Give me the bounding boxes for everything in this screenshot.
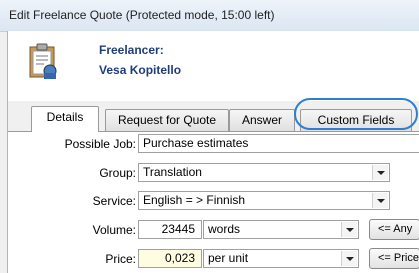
clipboard-icon (29, 43, 57, 79)
chevron-down-icon[interactable] (341, 251, 357, 266)
title-bar: Edit Freelance Quote (Protected mode, 15… (0, 0, 419, 32)
price-unit-value: per unit (208, 251, 249, 265)
window-title: Edit Freelance Quote (Protected mode, 15… (9, 8, 275, 22)
chevron-down-icon[interactable] (372, 165, 388, 180)
details-panel: Possible Job: Purchase estimates Group: … (8, 132, 419, 273)
chevron-down-icon[interactable] (341, 222, 357, 237)
freelancer-label: Freelancer: (99, 43, 164, 57)
freelancer-header: Freelancer: Vesa Kopitello (8, 31, 419, 101)
chevron-down-icon[interactable] (372, 193, 388, 208)
volume-label: Volume: (92, 223, 136, 237)
service-select[interactable]: English = > Finnish (138, 191, 390, 210)
price-button[interactable]: <= Price (369, 248, 419, 269)
tab-answer[interactable]: Answer (229, 109, 295, 131)
price-label: Price: (105, 252, 136, 266)
service-value: English = > Finnish (143, 193, 246, 207)
possible-job-label: Possible Job: (64, 137, 136, 151)
any-button[interactable]: <= Any (369, 219, 419, 240)
volume-input[interactable]: 23445 (138, 220, 202, 239)
freelancer-name: Vesa Kopitello (99, 63, 182, 77)
service-label: Service: (92, 194, 136, 208)
group-select[interactable]: Translation (138, 163, 390, 182)
custom-fields-highlight (294, 98, 418, 130)
dialog-client: Freelancer: Vesa Kopitello Details Reque… (7, 31, 419, 273)
tab-request-for-quote[interactable]: Request for Quote (105, 109, 229, 131)
volume-unit-select[interactable]: words (203, 220, 359, 239)
price-unit-select[interactable]: per unit (203, 249, 359, 268)
group-value: Translation (143, 165, 202, 179)
possible-job-field[interactable]: Purchase estimates (138, 134, 419, 153)
volume-unit-value: words (208, 222, 241, 236)
group-label: Group: (99, 166, 136, 180)
price-input[interactable]: 0,023 (138, 249, 202, 268)
tab-details[interactable]: Details (31, 106, 99, 132)
